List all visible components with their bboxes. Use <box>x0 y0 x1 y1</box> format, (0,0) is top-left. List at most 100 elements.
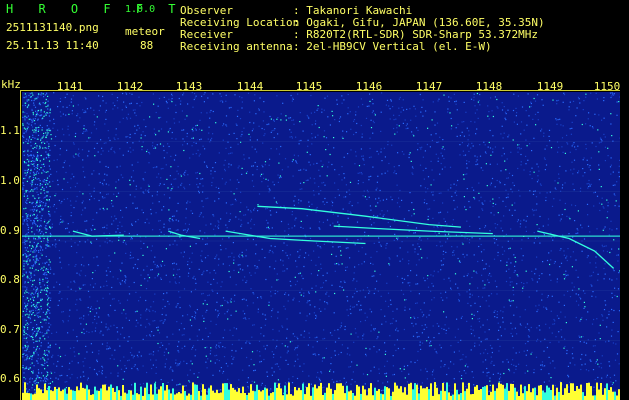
noise-speck <box>354 163 356 165</box>
noise-speck <box>266 375 269 377</box>
noise-speck <box>440 245 442 247</box>
noise-speck <box>448 233 450 235</box>
noise-speck <box>591 285 593 287</box>
noise-speck <box>281 169 283 171</box>
noise-speck <box>308 161 310 163</box>
noise-speck <box>416 359 419 361</box>
noise-speck <box>592 291 594 293</box>
noise-speck <box>538 325 540 327</box>
noise-speck <box>215 122 217 124</box>
noise-speck <box>31 267 33 269</box>
noise-speck <box>59 98 62 100</box>
noise-speck <box>432 371 434 373</box>
noise-speck <box>33 163 35 165</box>
noise-speck <box>230 164 232 166</box>
noise-speck <box>549 362 551 364</box>
noise-speck <box>22 187 24 189</box>
noise-speck <box>34 238 36 240</box>
noise-speck <box>134 263 136 266</box>
noise-speck <box>428 314 430 316</box>
noise-speck <box>411 166 414 168</box>
noise-speck <box>38 230 41 232</box>
noise-speck <box>240 219 242 221</box>
noise-speck <box>340 351 342 354</box>
noise-speck <box>26 138 28 140</box>
noise-speck <box>315 291 317 293</box>
noise-speck <box>599 209 601 212</box>
noise-speck <box>247 92 250 94</box>
noise-speck <box>567 290 569 292</box>
noise-speck <box>62 320 64 322</box>
noise-speck <box>420 369 422 371</box>
noise-speck <box>70 178 72 180</box>
noise-speck <box>360 148 362 150</box>
noise-speck <box>307 344 309 346</box>
noise-speck <box>23 328 25 330</box>
noise-speck <box>114 152 116 154</box>
noise-speck <box>591 323 594 325</box>
noise-speck <box>271 310 273 312</box>
noise-speck <box>545 307 547 309</box>
noise-speck <box>363 333 365 335</box>
noise-speck <box>57 360 59 363</box>
noise-speck <box>27 154 29 156</box>
noise-speck <box>416 127 418 129</box>
noise-speck <box>49 154 51 156</box>
noise-speck <box>33 249 35 251</box>
noise-speck <box>84 96 86 99</box>
noise-speck <box>411 202 413 204</box>
noise-speck <box>325 149 327 151</box>
noise-speck <box>236 124 238 126</box>
noise-speck <box>207 255 209 257</box>
noise-speck <box>451 223 453 225</box>
noise-speck <box>376 280 378 282</box>
noise-speck <box>229 329 231 331</box>
noise-speck <box>35 217 37 219</box>
noise-speck <box>271 250 273 253</box>
noise-speck <box>202 338 204 340</box>
noise-speck <box>331 284 333 286</box>
noise-speck <box>142 178 144 180</box>
noise-speck <box>388 257 390 259</box>
noise-speck <box>49 120 51 122</box>
noise-speck <box>369 218 371 220</box>
noise-speck <box>468 130 470 132</box>
noise-speck <box>546 192 548 194</box>
noise-speck <box>567 143 569 145</box>
noise-speck <box>104 173 106 175</box>
noise-speck <box>318 377 320 379</box>
noise-speck <box>134 311 137 313</box>
noise-speck <box>82 109 84 111</box>
noise-speck <box>40 377 42 379</box>
noise-speck <box>240 191 242 193</box>
noise-speck <box>516 283 518 285</box>
noise-speck <box>183 360 185 362</box>
noise-speck <box>245 255 247 257</box>
noise-speck <box>260 327 262 329</box>
noise-speck <box>326 302 328 304</box>
noise-speck <box>280 220 283 223</box>
noise-speck <box>488 329 490 331</box>
noise-speck <box>322 221 324 223</box>
noise-speck <box>37 291 40 293</box>
noise-speck <box>362 338 364 340</box>
noise-speck <box>46 277 48 279</box>
noise-speck <box>316 341 318 343</box>
noise-speck <box>364 231 366 233</box>
noise-speck <box>107 193 109 195</box>
noise-speck <box>543 135 545 137</box>
noise-speck <box>27 149 29 151</box>
noise-speck <box>326 219 329 221</box>
noise-speck <box>409 285 411 287</box>
noise-speck <box>129 179 131 181</box>
noise-speck <box>288 257 290 259</box>
noise-speck <box>36 188 38 190</box>
noise-speck <box>558 301 560 303</box>
noise-speck <box>26 128 28 130</box>
noise-speck <box>404 309 406 311</box>
noise-speck <box>490 212 492 214</box>
noise-speck <box>426 257 428 259</box>
noise-speck <box>109 304 112 307</box>
noise-speck <box>226 300 228 302</box>
noise-speck <box>471 186 473 189</box>
